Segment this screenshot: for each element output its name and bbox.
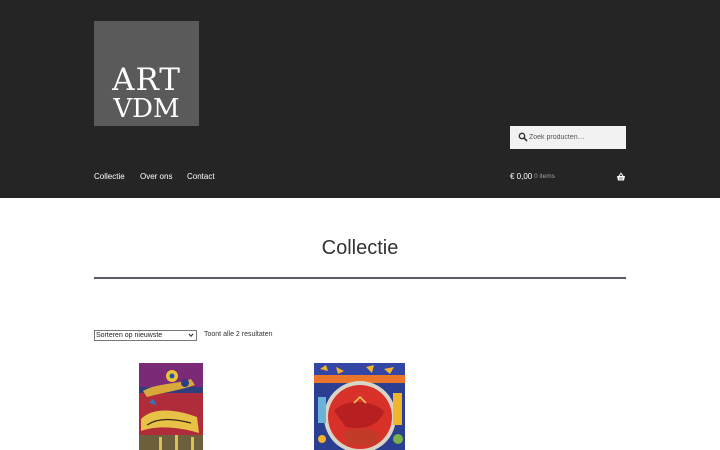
nav-item-contact[interactable]: Contact [187, 172, 215, 181]
nav-item-collectie[interactable]: Collectie [94, 172, 125, 181]
nav-item-over-ons[interactable]: Over ons [140, 172, 172, 181]
chevron-down-icon [188, 333, 194, 337]
product-image-1[interactable] [139, 363, 203, 450]
search-input[interactable] [527, 126, 624, 149]
logo-line-1: ART [112, 62, 181, 98]
site-header: ART VDM Collectie Over ons Contact € 0,0… [0, 0, 720, 198]
product-artwork-2 [314, 363, 405, 450]
product-image-2[interactable] [314, 363, 405, 450]
page-title: Collectie [321, 237, 399, 259]
sort-select[interactable]: Sorteren op nieuwste [94, 330, 197, 341]
product-search[interactable] [510, 126, 626, 149]
sort-selected-value: Sorteren op nieuwste [96, 332, 163, 339]
header-cart[interactable]: € 0,00 0 items [510, 172, 626, 184]
title-divider [94, 277, 626, 279]
site-logo[interactable]: ART VDM [94, 21, 199, 126]
cart-total: € 0,00 [510, 172, 533, 181]
basket-icon [617, 172, 625, 181]
product-artwork-1 [139, 363, 203, 450]
result-count: Toont alle 2 resultaten [204, 331, 273, 338]
cart-item-count: 0 items [534, 173, 555, 180]
logo-line-2: VDM [113, 94, 180, 124]
